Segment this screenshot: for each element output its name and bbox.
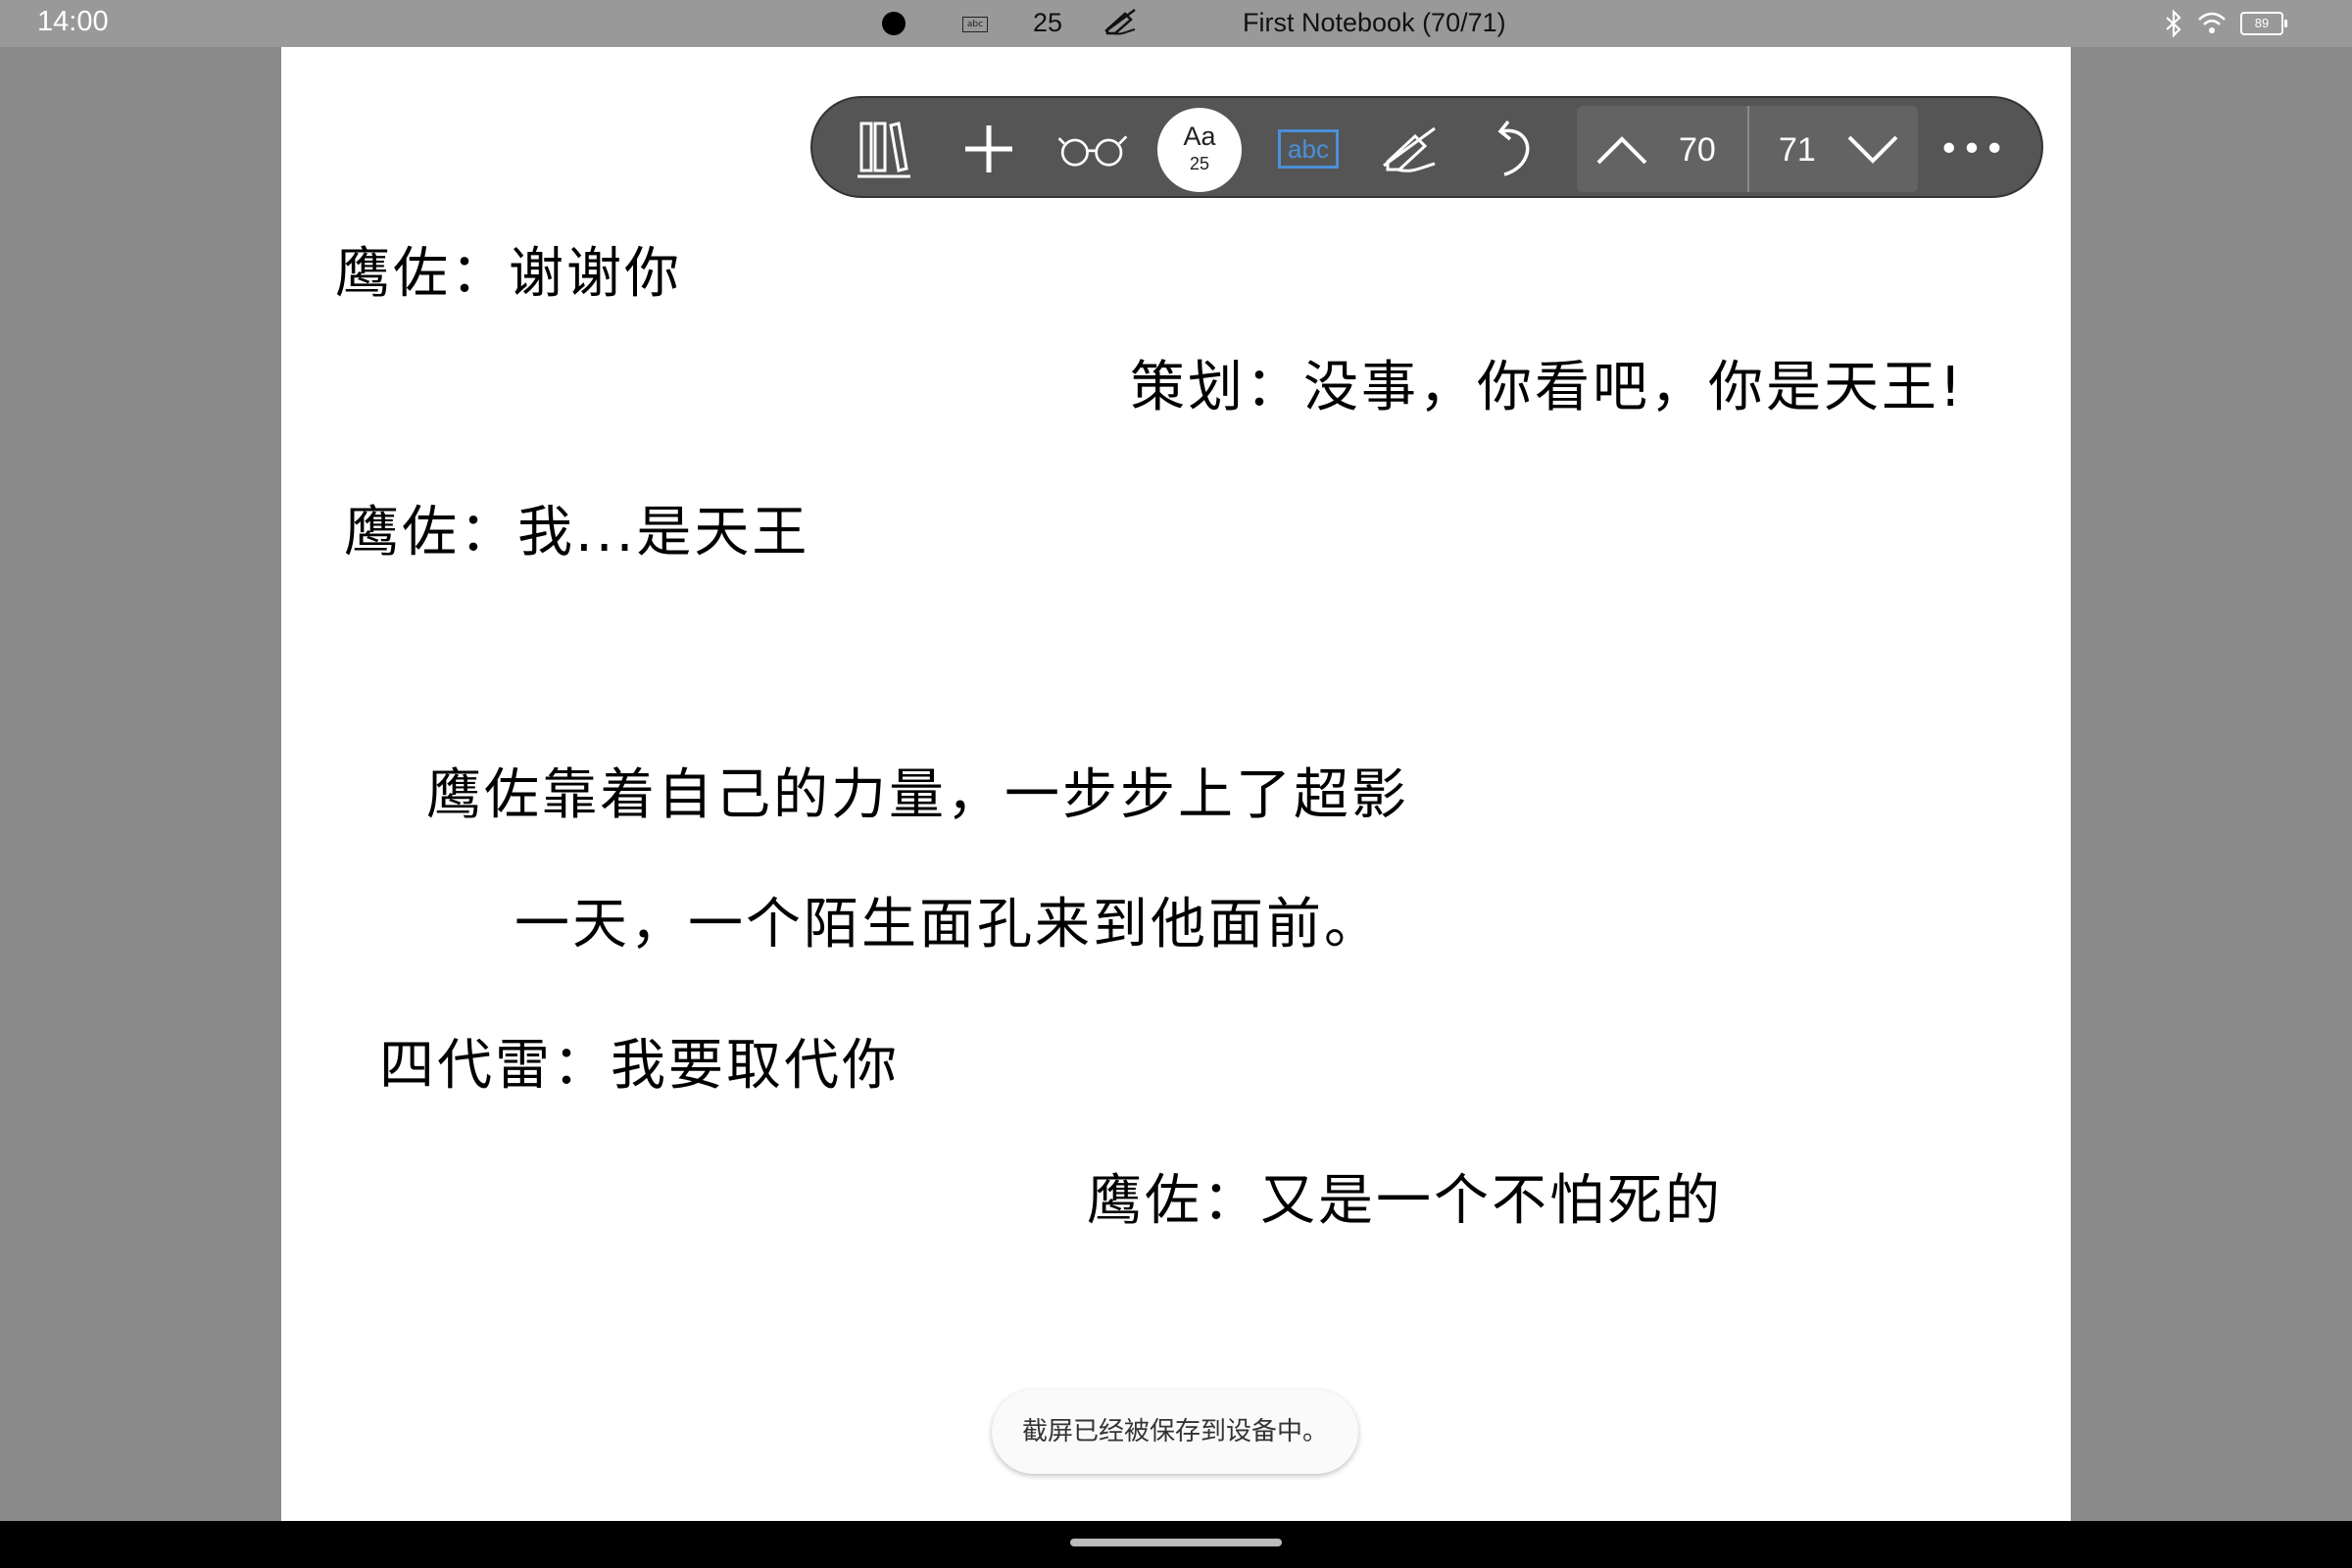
- status-right-icons: 89: [2164, 8, 2287, 39]
- next-page-button[interactable]: [1836, 112, 1910, 186]
- record-dot-icon: [882, 12, 906, 35]
- glasses-button[interactable]: [1055, 112, 1130, 186]
- screenshot-saved-toast: 截屏已经被保存到设备中。: [992, 1390, 1358, 1474]
- abc-icon: abc: [1278, 129, 1339, 169]
- note-line: 四代雷：我要取代你: [379, 1034, 900, 1098]
- previous-page-button[interactable]: [1585, 112, 1659, 186]
- note-line: 鹰佐靠着自己的力量，一步步上了超影: [426, 763, 1409, 827]
- note-line: 一天，一个陌生面孔来到他面前。: [514, 893, 1382, 956]
- add-button[interactable]: [952, 112, 1026, 186]
- pen-off-button[interactable]: [1373, 112, 1447, 186]
- wifi-icon: [2198, 12, 2226, 33]
- library-button[interactable]: [846, 112, 920, 186]
- abc-icon: abc: [962, 17, 988, 32]
- note-line: 鹰佐：谢谢你: [335, 242, 682, 306]
- toolbar: Aa 25 abc 70 71 •••: [810, 96, 2043, 198]
- plus-icon: [965, 125, 1012, 172]
- undo-button[interactable]: [1475, 112, 1549, 186]
- battery-icon: 89: [2240, 12, 2287, 35]
- note-line: 鹰佐：又是一个不怕死的: [1087, 1169, 1723, 1233]
- bluetooth-icon: [2166, 10, 2181, 37]
- more-icon: •••: [1938, 128, 2007, 170]
- page-navigator: 70 71: [1577, 106, 1918, 192]
- undo-icon: [1497, 120, 1530, 176]
- note-line: 策划：没事，你看吧，你是天王!: [1130, 356, 1965, 419]
- nav-divider: [1747, 106, 1749, 192]
- glasses-icon: [1057, 135, 1128, 167]
- notebook-page[interactable]: Aa 25 abc 70 71 ••• 鹰佐：谢谢你 策划：没事，你看吧，你是天…: [281, 47, 2071, 1521]
- font-size-label: Aa: [1183, 122, 1216, 151]
- current-page-number: 70: [1679, 131, 1716, 169]
- total-page-number: 71: [1779, 131, 1816, 169]
- home-indicator[interactable]: [1070, 1539, 1282, 1546]
- more-button[interactable]: •••: [1936, 112, 2010, 186]
- font-size-value: 25: [1189, 154, 1210, 173]
- text-recognition-button[interactable]: abc: [1271, 112, 1346, 186]
- pen-off-icon: [1104, 8, 1136, 35]
- navigation-bar: [0, 1521, 2352, 1568]
- library-icon: [858, 122, 910, 178]
- font-size-button[interactable]: Aa 25: [1157, 108, 1242, 192]
- status-center: abc 25 First Notebook (70/71): [0, 0, 2352, 47]
- notebook-title: First Notebook (70/71): [1243, 8, 1506, 37]
- status-bar: 14:00 abc 25 First Notebook (70/71) 89: [0, 0, 2352, 47]
- pen-off-icon: [1383, 126, 1436, 172]
- status-font-size: 25: [1033, 8, 1063, 37]
- note-line: 鹰佐：我...是天王: [344, 501, 810, 564]
- chevron-down-icon: [1847, 135, 1898, 164]
- chevron-up-icon: [1596, 136, 1647, 165]
